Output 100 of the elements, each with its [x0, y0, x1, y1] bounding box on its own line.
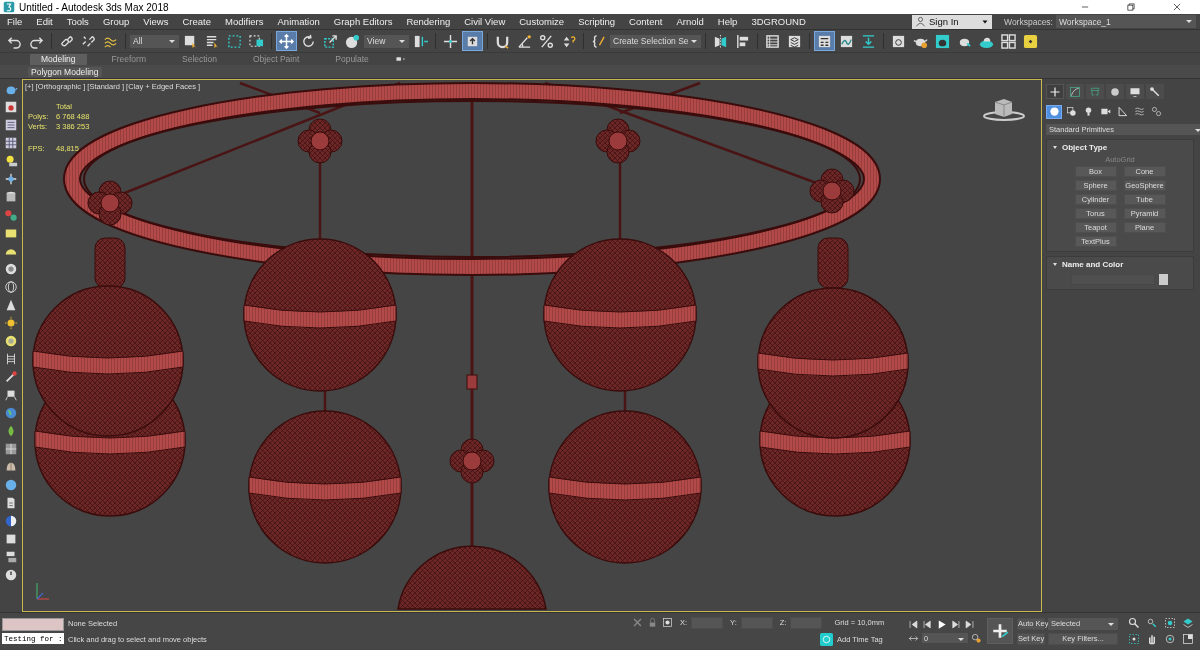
sun-icon[interactable]	[4, 316, 18, 330]
spheres-icon[interactable]	[4, 208, 18, 222]
circle-icon	[1109, 85, 1121, 98]
menu-item[interactable]: Scripting	[571, 16, 623, 27]
menu-item[interactable]: Tools	[59, 16, 96, 27]
menu-item[interactable]: File	[0, 16, 30, 27]
rollout-title[interactable]: Object Type	[1062, 143, 1108, 152]
maximize-icon[interactable]	[1126, 2, 1136, 12]
cone-icon[interactable]	[4, 298, 18, 312]
zoom-extents-all-icon[interactable]	[1182, 617, 1194, 629]
workspaces-label: Workspaces:	[1004, 16, 1053, 27]
ribbon-panel-label[interactable]: Polygon Modeling	[28, 66, 102, 77]
previous-frame-icon[interactable]	[922, 618, 933, 630]
menu-item[interactable]: 3DGROUND	[744, 16, 813, 27]
ribbon-tab[interactable]: Freeform	[100, 53, 157, 65]
box-icon[interactable]	[4, 532, 18, 546]
menu-item[interactable]: Group	[95, 16, 137, 27]
menu-item[interactable]: Modifiers	[217, 16, 271, 27]
move-button[interactable]	[276, 31, 297, 51]
color-swatch[interactable]	[1159, 274, 1168, 285]
ribbon-tab[interactable]: Populate	[324, 53, 380, 65]
wrench-tab[interactable]	[1146, 84, 1164, 99]
percent-icon	[539, 33, 554, 49]
disc-icon[interactable]	[4, 334, 18, 348]
arrow-up-button[interactable]	[462, 31, 483, 51]
ruler-icon	[1116, 106, 1128, 117]
go-to-end-icon[interactable]	[964, 618, 975, 630]
earth-icon[interactable]	[4, 406, 18, 420]
zoom-icon[interactable]	[1128, 617, 1140, 629]
ribbon-tab[interactable]: Modeling	[30, 53, 87, 65]
grid-icon[interactable]	[4, 136, 18, 150]
go-to-start-icon[interactable]	[908, 618, 919, 630]
sign-in-dropdown[interactable]: Sign In	[912, 14, 992, 29]
menu-item[interactable]: Create	[175, 16, 218, 27]
plus-tab[interactable]	[1046, 84, 1064, 99]
close-icon[interactable]	[1172, 2, 1182, 12]
menu-item[interactable]: Graph Editors	[326, 16, 400, 27]
ladder-icon[interactable]	[4, 352, 18, 366]
half-disc-icon[interactable]	[4, 514, 18, 528]
zoom-all-icon[interactable]	[1146, 617, 1158, 629]
broken-link-icon	[81, 33, 96, 49]
maximize-viewport-icon[interactable]	[1182, 633, 1194, 645]
menu-item[interactable]: Rendering	[399, 16, 458, 27]
menu-item[interactable]: Views	[136, 16, 176, 27]
region-zoom-icon[interactable]	[1128, 633, 1140, 645]
circle-tab[interactable]	[1106, 84, 1124, 99]
maxscript-listener-field[interactable]	[2, 618, 64, 631]
ball-icon[interactable]	[4, 478, 18, 492]
list-icon[interactable]	[4, 118, 18, 132]
toolbar-dropdown[interactable]: View	[364, 34, 409, 48]
curve-tab[interactable]	[1066, 84, 1084, 99]
layers-icon	[786, 33, 802, 49]
braces-icon	[591, 33, 606, 49]
menu-item[interactable]: Content	[622, 16, 670, 27]
set-keys-button[interactable]	[987, 618, 1013, 644]
toolbar-dropdown[interactable]: All	[130, 34, 179, 48]
rotate-icon	[301, 33, 316, 49]
rollout-title[interactable]: Name and Color	[1062, 260, 1124, 269]
sphere-category-button[interactable]	[1046, 104, 1062, 119]
plus-icon	[1049, 85, 1061, 98]
align-icon	[734, 33, 750, 49]
workspace-dropdown[interactable]: Workspace_1	[1056, 15, 1196, 28]
arrows-icon[interactable]	[4, 172, 18, 186]
viewports-icon	[1000, 33, 1016, 49]
menu-item[interactable]: Arnold	[669, 16, 711, 27]
stack-icon[interactable]	[4, 550, 18, 564]
window-title: Untitled - Autodesk 3ds Max 2018	[19, 1, 170, 13]
link-icon	[59, 33, 74, 49]
menu-item[interactable]: Edit	[29, 16, 60, 27]
curve-icon	[1069, 85, 1081, 98]
monitor-tab[interactable]	[1126, 84, 1144, 99]
brush-icon[interactable]	[4, 370, 18, 384]
camera-icon	[1099, 106, 1111, 117]
pan-icon[interactable]	[1146, 633, 1158, 645]
waves-icon	[1133, 106, 1145, 117]
toolbar-dropdown[interactable]: Create Selection Se	[610, 34, 701, 48]
sign-in-label: Sign In	[929, 16, 960, 27]
sphere-icon	[1048, 106, 1060, 117]
cylinder-icon[interactable]	[4, 190, 18, 204]
menu-item[interactable]: Help	[710, 16, 745, 27]
power-icon[interactable]	[4, 568, 18, 582]
play-icon[interactable]	[936, 618, 947, 630]
curve-icon	[838, 33, 854, 49]
shapes-icon	[1065, 106, 1077, 117]
menu-item[interactable]: Civil View	[457, 16, 513, 27]
menu-item[interactable]: Customize	[512, 16, 572, 27]
wrench-icon	[1149, 85, 1161, 98]
user-icon	[915, 16, 926, 27]
ribbon-tab[interactable]: Object Paint	[241, 53, 311, 65]
dashed-square-icon	[249, 33, 264, 49]
globe-icon[interactable]	[4, 280, 18, 294]
menu-item[interactable]: Animation	[270, 16, 327, 27]
zoom-extents-icon[interactable]	[1164, 617, 1176, 629]
mesh-icon[interactable]	[4, 442, 18, 456]
lock-icon[interactable]	[647, 617, 658, 628]
bulb-icon[interactable]	[4, 154, 18, 168]
time-tag-icon[interactable]	[820, 632, 833, 646]
next-frame-icon[interactable]	[950, 618, 961, 630]
ring-icon[interactable]	[4, 262, 18, 276]
ribbon-tab[interactable]: Selection	[171, 53, 228, 65]
